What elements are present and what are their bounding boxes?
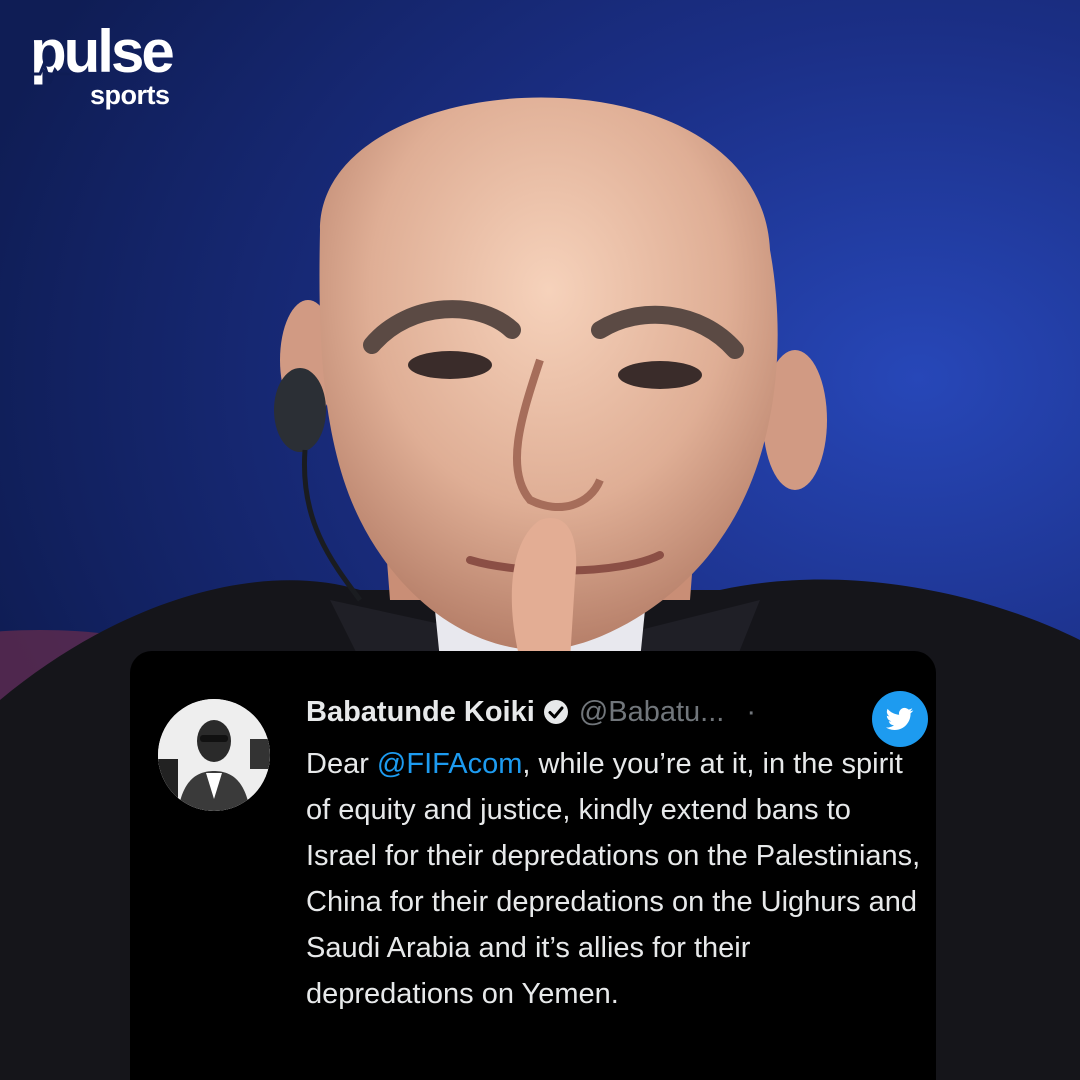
tweet-text: Dear @FIFAcom, while you’re at it, in th… bbox=[306, 741, 921, 1017]
heartbeat-icon bbox=[32, 60, 70, 84]
header-separator: · bbox=[746, 695, 757, 728]
author-name[interactable]: Babatunde Koiki bbox=[306, 696, 535, 729]
mention-link[interactable]: @FIFAcom bbox=[377, 748, 522, 780]
tweet-text-rest: , while you’re at it, in the spirit of e… bbox=[306, 748, 921, 1010]
pulse-sports-logo: pulse sports bbox=[30, 22, 190, 110]
tweet-text-intro: Dear bbox=[306, 748, 377, 780]
author-avatar[interactable] bbox=[158, 699, 270, 811]
tweet-header: Babatunde Koiki @Babatu... · bbox=[306, 692, 756, 732]
brand-section: sports bbox=[90, 80, 170, 110]
avatar-image bbox=[158, 699, 270, 811]
twitter-bird-glyph bbox=[886, 707, 914, 731]
twitter-bird-icon[interactable] bbox=[872, 691, 928, 747]
verified-badge-icon bbox=[543, 700, 568, 724]
tweet-card[interactable]: Babatunde Koiki @Babatu... · Dear @FIFAc… bbox=[130, 651, 936, 1080]
author-handle[interactable]: @Babatu... bbox=[579, 696, 725, 729]
